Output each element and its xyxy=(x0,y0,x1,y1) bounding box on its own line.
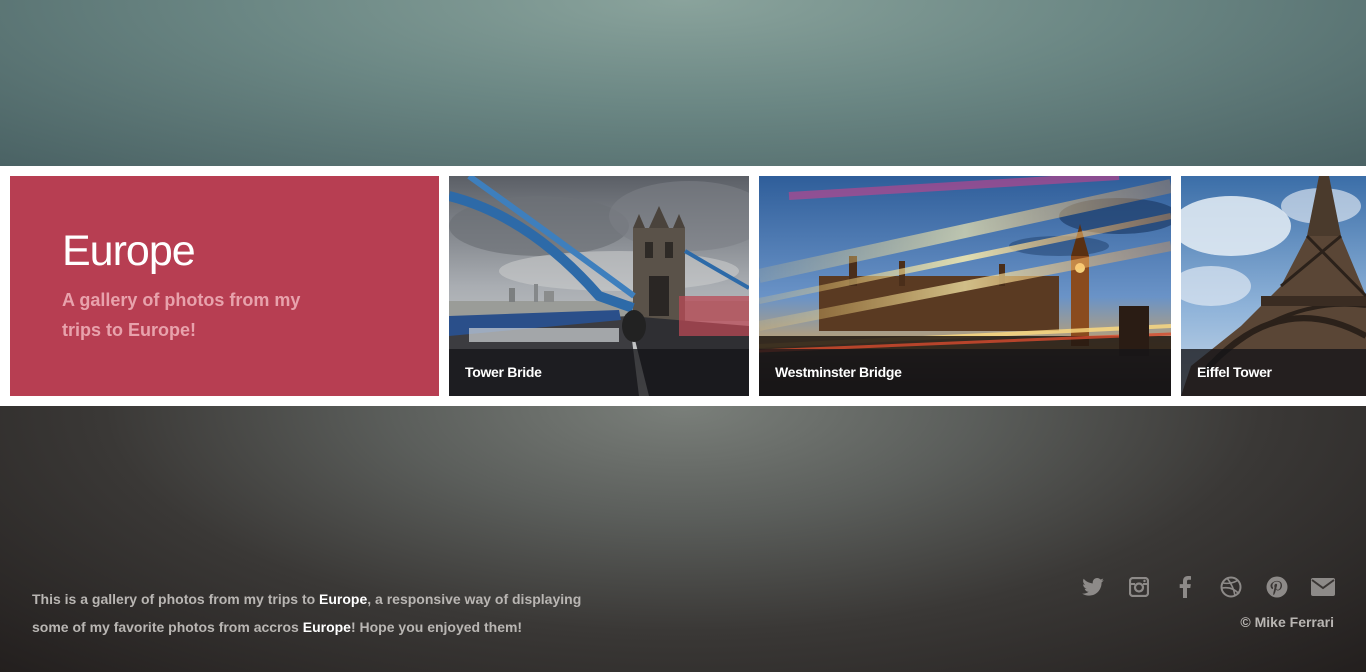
header-background xyxy=(0,0,1366,166)
twitter-icon[interactable] xyxy=(1070,574,1116,600)
photo-caption: Tower Bride xyxy=(449,349,749,396)
facebook-icon[interactable] xyxy=(1162,574,1208,600)
gallery-photo-tower-bridge[interactable]: Tower Bride xyxy=(449,176,749,396)
gallery-photo-eiffel-tower[interactable]: Eiffel Tower xyxy=(1181,176,1366,396)
gallery-strip[interactable]: Europe A gallery of photos from my trips… xyxy=(0,166,1366,406)
social-links xyxy=(1070,574,1346,600)
footer-bold-europe: Europe xyxy=(302,619,351,635)
footer-text-part: This is a gallery of photos from my trip… xyxy=(32,591,320,607)
gallery-subtitle: A gallery of photos from my trips to Eur… xyxy=(62,290,301,340)
footer-bold-europe: Europe xyxy=(319,591,368,607)
footer-description: This is a gallery of photos from my trip… xyxy=(32,585,592,641)
mail-icon[interactable] xyxy=(1300,574,1346,600)
photo-caption: Eiffel Tower xyxy=(1181,349,1366,396)
pinterest-icon[interactable] xyxy=(1254,574,1300,600)
photo-caption: Westminster Bridge xyxy=(759,349,1171,396)
dribbble-icon[interactable] xyxy=(1208,574,1254,600)
gallery-title: Europe xyxy=(62,227,196,275)
footer-text-part: ! Hope you enjoyed them! xyxy=(350,619,523,635)
gallery-intro-card: Europe A gallery of photos from my trips… xyxy=(10,176,439,396)
gallery-photo-westminster-bridge[interactable]: Westminster Bridge xyxy=(759,176,1171,396)
instagram-icon[interactable] xyxy=(1116,574,1162,600)
copyright-notice: © Mike Ferrari xyxy=(1240,614,1334,630)
